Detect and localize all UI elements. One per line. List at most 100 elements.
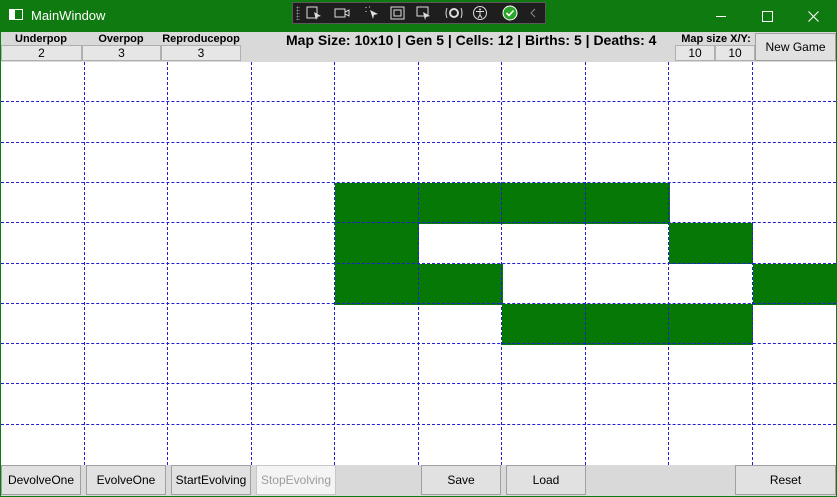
grid-cell[interactable] [419, 62, 503, 103]
maximize-button[interactable] [744, 0, 790, 32]
grid-cell[interactable] [753, 62, 837, 103]
grid-cell[interactable] [335, 304, 419, 345]
grid-cell[interactable] [85, 62, 169, 103]
grid-cell[interactable] [168, 304, 252, 345]
grid-cell[interactable] [1, 183, 85, 224]
grid-cell[interactable] [586, 62, 670, 103]
grid-cell[interactable] [252, 425, 336, 466]
grid-cell[interactable] [586, 425, 670, 466]
grid-cell[interactable] [419, 344, 503, 385]
grid-cell[interactable] [753, 102, 837, 143]
grid-cell[interactable] [586, 223, 670, 264]
grid-cell[interactable] [752, 263, 837, 305]
grid-cell[interactable] [419, 425, 503, 466]
grid-cell[interactable] [168, 143, 252, 184]
grid-cell[interactable] [85, 223, 169, 264]
grid-cell[interactable] [502, 425, 586, 466]
grid-cell[interactable] [252, 223, 336, 264]
grid-cell[interactable] [252, 344, 336, 385]
grid-cell[interactable] [669, 143, 753, 184]
life-grid[interactable] [1, 62, 837, 466]
grid-cell[interactable] [85, 264, 169, 305]
grid-cell[interactable] [753, 425, 837, 466]
grid-cell[interactable] [418, 263, 503, 305]
grid-cell[interactable] [1, 304, 85, 345]
pointer-icon[interactable] [363, 5, 381, 21]
grid-cell[interactable] [335, 425, 419, 466]
grid-cell[interactable] [669, 344, 753, 385]
grid-cell[interactable] [419, 384, 503, 425]
grid-cell[interactable] [1, 344, 85, 385]
grid-cell[interactable] [669, 183, 753, 224]
grid-cell[interactable] [419, 143, 503, 184]
grid-cell[interactable] [85, 304, 169, 345]
grid-cell[interactable] [1, 384, 85, 425]
grid-cell[interactable] [419, 304, 503, 345]
grid-cell[interactable] [753, 223, 837, 264]
grid-cell[interactable] [335, 102, 419, 143]
collapse-chevron-icon[interactable] [525, 5, 543, 21]
grid-cell[interactable] [1, 223, 85, 264]
grid-cell[interactable] [586, 344, 670, 385]
minimize-button[interactable] [698, 0, 744, 32]
grid-cell[interactable] [1, 264, 85, 305]
grid-cell[interactable] [252, 183, 336, 224]
grid-cell[interactable] [85, 425, 169, 466]
grid-cell[interactable] [502, 223, 586, 264]
save-button[interactable]: Save [421, 465, 501, 495]
grid-cell[interactable] [502, 344, 586, 385]
reset-button[interactable]: Reset [735, 465, 836, 495]
grid-cell[interactable] [252, 143, 336, 184]
toolbar-grip-icon[interactable] [296, 6, 300, 20]
grid-cell[interactable] [419, 223, 503, 264]
evolve-one-button[interactable]: EvolveOne [86, 465, 166, 495]
grid-cell[interactable] [586, 102, 670, 143]
load-button[interactable]: Load [506, 465, 586, 495]
grid-cell[interactable] [335, 344, 419, 385]
reproducepop-field[interactable]: 3 [161, 45, 241, 61]
grid-cell[interactable] [85, 143, 169, 184]
grid-cell[interactable] [753, 304, 837, 345]
grid-cell[interactable] [753, 183, 837, 224]
grid-cell[interactable] [502, 384, 586, 425]
map-size-x-field[interactable]: 10 [675, 45, 715, 61]
grid-cell[interactable] [168, 344, 252, 385]
grid-cell[interactable] [252, 102, 336, 143]
layout-box-icon[interactable] [389, 5, 407, 21]
grid-cell[interactable] [1, 62, 85, 103]
grid-cell[interactable] [335, 263, 419, 305]
grid-cell[interactable] [335, 143, 419, 184]
grid-cell[interactable] [168, 223, 252, 264]
grid-cell[interactable] [502, 303, 586, 345]
grid-cell[interactable] [669, 425, 753, 466]
grid-cell[interactable] [669, 223, 753, 265]
grid-cell[interactable] [85, 344, 169, 385]
track-focus-icon[interactable] [415, 5, 433, 21]
grid-cell[interactable] [252, 264, 336, 305]
grid-cell[interactable] [252, 62, 336, 103]
title-bar[interactable]: MainWindow [0, 0, 837, 32]
grid-cell[interactable] [586, 264, 670, 305]
grid-cell[interactable] [168, 102, 252, 143]
grid-cell[interactable] [168, 264, 252, 305]
grid-cell[interactable] [753, 344, 837, 385]
grid-cell[interactable] [502, 182, 586, 224]
grid-cell[interactable] [669, 384, 753, 425]
grid-cell[interactable] [585, 303, 670, 345]
grid-cell[interactable] [252, 304, 336, 345]
hot-reload-icon[interactable] [445, 5, 463, 21]
grid-cell[interactable] [1, 143, 85, 184]
grid-cell[interactable] [168, 183, 252, 224]
grid-cell[interactable] [669, 102, 753, 143]
overpop-field[interactable]: 3 [82, 45, 161, 61]
grid-cell[interactable] [252, 384, 336, 425]
grid-cell[interactable] [669, 264, 753, 305]
grid-cell[interactable] [502, 102, 586, 143]
grid-cell[interactable] [418, 182, 503, 224]
grid-cell[interactable] [335, 62, 419, 103]
grid-cell[interactable] [753, 384, 837, 425]
grid-cell[interactable] [85, 384, 169, 425]
new-game-button[interactable]: New Game [755, 33, 836, 61]
grid-cell[interactable] [168, 425, 252, 466]
grid-cell[interactable] [85, 102, 169, 143]
